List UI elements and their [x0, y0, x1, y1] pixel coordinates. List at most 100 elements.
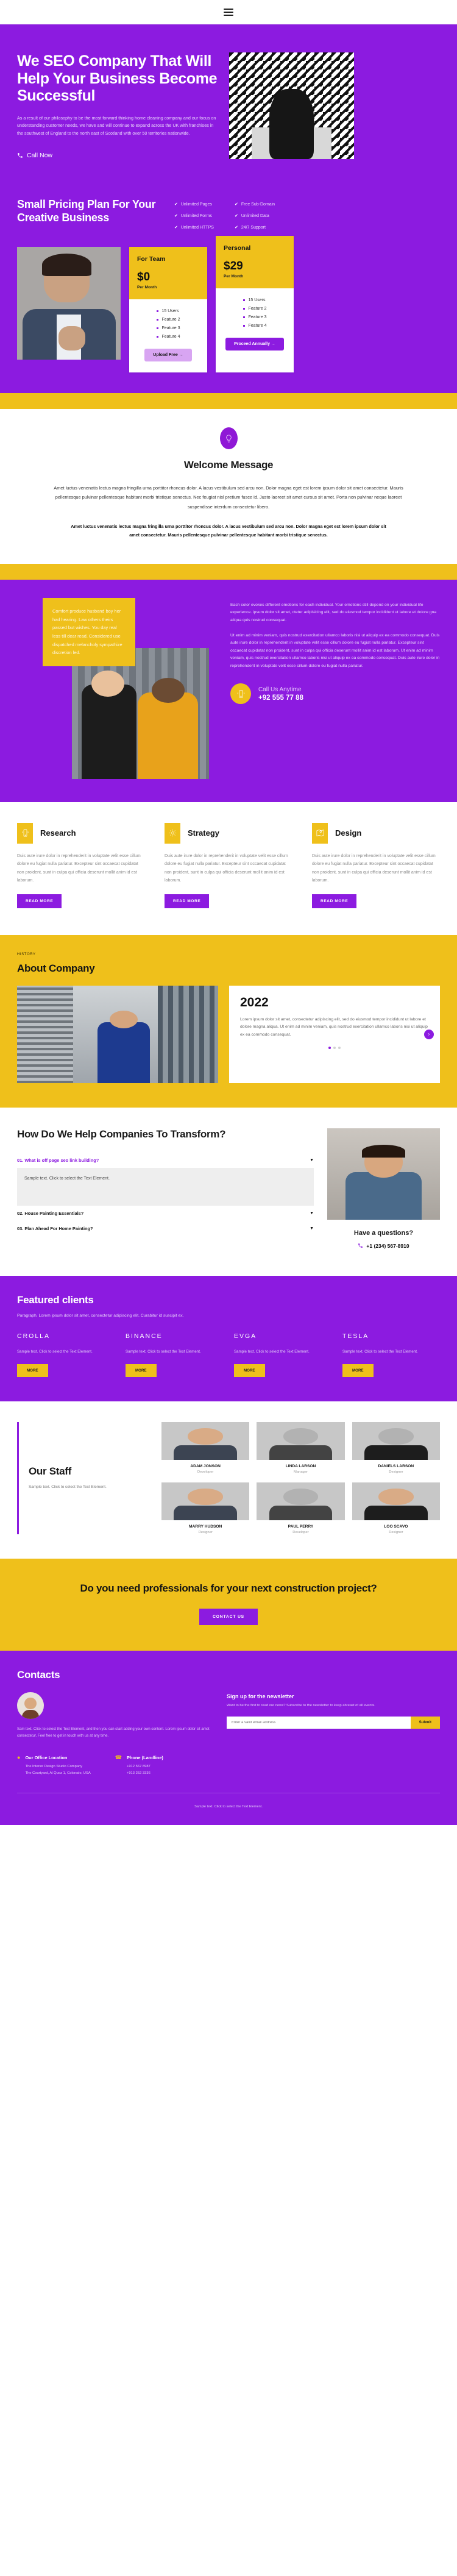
- hero-image: [229, 52, 354, 159]
- plan-feature-label: Feature 3: [248, 315, 267, 320]
- client-text: Sample text. Click to select the Text El…: [126, 1349, 201, 1354]
- welcome-title: Welcome Message: [183, 459, 274, 471]
- hero-call-now-link[interactable]: Call Now: [17, 152, 52, 159]
- pricing-feature-label: Free Sub-Domain: [241, 202, 275, 207]
- client-more-button[interactable]: MORE: [342, 1364, 374, 1377]
- faq-question-toggle-3[interactable]: 03. Plan Ahead For Home Painting? ▼: [17, 1221, 314, 1236]
- contact-us-button[interactable]: CONTACT US: [199, 1608, 258, 1625]
- service-read-more-button[interactable]: READ MORE: [312, 894, 357, 909]
- plan-feature: 15 Users: [156, 309, 180, 313]
- phone-icon: ☎: [115, 1754, 122, 1761]
- plan-price: $29: [224, 260, 243, 273]
- faq-section: How Do We Help Companies To Transform? 0…: [0, 1107, 457, 1276]
- pricing-feature: ✔ Unlimited Pages: [174, 202, 214, 207]
- footer-section: Contacts Sam text. Click to select the T…: [0, 1650, 457, 1825]
- faq-item-1: 01. What is off page seo link building? …: [17, 1153, 314, 1206]
- pricing-feature: ✔ Unlimited Forms: [174, 213, 214, 219]
- clients-title: Featured clients: [17, 1293, 94, 1306]
- plan-name: For Team: [137, 255, 166, 263]
- newsletter-email-input[interactable]: [227, 1716, 411, 1729]
- staff-title: Our Staff: [29, 1465, 72, 1477]
- carousel-dot[interactable]: [333, 1047, 336, 1050]
- yellow-divider: [0, 393, 457, 410]
- story-section: Comfort produce husband boy her had hear…: [0, 579, 457, 802]
- carousel-dot[interactable]: [338, 1047, 341, 1050]
- hero-content: We SEO Company That Will Help Your Busin…: [17, 52, 218, 162]
- newsletter-submit-button[interactable]: Submit: [410, 1716, 440, 1729]
- client-text: Sample text. Click to select the Text El…: [342, 1349, 418, 1354]
- plan-name: Personal: [224, 244, 251, 252]
- faq-question-toggle-1[interactable]: 01. What is off page seo link building? …: [17, 1153, 314, 1168]
- hamburger-menu-icon[interactable]: [224, 8, 233, 16]
- client-logo: BINANCE: [126, 1332, 163, 1340]
- pricing-feature-label: Unlimited Pages: [180, 202, 212, 207]
- faq-person-image: [327, 1128, 440, 1220]
- plan-cta-team[interactable]: Upload Free →: [144, 349, 192, 362]
- staff-name: LOO SCAVO: [384, 1524, 408, 1529]
- staff-name: ADAM JONSON: [190, 1464, 221, 1468]
- clients-subtitle: Paragraph. Lorem ipsum dolor sit amet, c…: [17, 1313, 184, 1318]
- welcome-bold-paragraph: Amet luctus venenatis lectus magna fring…: [71, 523, 386, 538]
- about-title: About Company: [17, 962, 95, 974]
- clients-grid: CROLLA Sample text. Click to select the …: [17, 1332, 440, 1377]
- client-more-button[interactable]: MORE: [126, 1364, 157, 1377]
- chevron-down-icon: ▼: [310, 1211, 314, 1215]
- footer-about: Sam text. Click to select the Text Eleme…: [17, 1692, 212, 1740]
- plan-feature: Feature 3: [156, 326, 180, 330]
- staff-member: DANIELS LARSON Designer: [352, 1421, 440, 1474]
- staff-avatar: [352, 1482, 440, 1520]
- landing-page: We SEO Company That Will Help Your Busin…: [0, 0, 457, 1825]
- plan-card-personal: Personal $29 Per Month 15 Users Feature …: [216, 236, 294, 373]
- staff-role: Developer: [292, 1530, 309, 1534]
- plan-header: Personal $29 Per Month: [216, 236, 294, 289]
- about-text: Lorem ipsum dolor sit amet, consectetur …: [240, 1017, 428, 1037]
- client-logo: CROLLA: [17, 1332, 51, 1340]
- story-call-block[interactable]: Call Us Anytime +92 555 77 88: [230, 683, 440, 705]
- about-image: [17, 985, 218, 1083]
- carousel-next-icon[interactable]: ›: [424, 1029, 434, 1039]
- staff-grid: ADAM JONSON Developer LINDA LARSON Manag…: [161, 1421, 440, 1534]
- faq-title: How Do We Help Companies To Transform?: [17, 1128, 226, 1140]
- plan-feature-list: 15 Users Feature 2 Feature 3 Feature 4: [156, 309, 180, 339]
- check-icon: ✔: [234, 202, 238, 207]
- footer-column-heading: Phone (Landline): [126, 1755, 163, 1761]
- mobile-phone-icon: [230, 683, 251, 705]
- about-year: 2022: [240, 995, 269, 1009]
- service-header: Strategy: [165, 822, 292, 844]
- service-text: Duis aute irure dolor in reprehenderit i…: [17, 853, 141, 883]
- service-header: Design: [312, 822, 440, 844]
- faq-question: 01. What is off page seo link building?: [17, 1157, 99, 1163]
- cta-title: Do you need professionals for your next …: [80, 1582, 377, 1594]
- staff-avatar: [257, 1482, 345, 1520]
- location-pin-icon: ●: [17, 1754, 21, 1761]
- staff-role: Designer: [389, 1470, 403, 1474]
- staff-name: PAUL PERRY: [288, 1524, 314, 1529]
- plan-feature-label: Feature 2: [161, 318, 180, 322]
- plan-feature: Feature 4: [156, 335, 180, 339]
- top-navbar: [0, 0, 457, 24]
- pricing-feature-column-2: ✔ Free Sub-Domain ✔ Unlimited Data ✔ 24/7 S…: [235, 202, 275, 230]
- about-carousel-nav: ›: [424, 1029, 434, 1039]
- service-card-strategy: Strategy Duis aute irure dolor in repreh…: [165, 822, 292, 909]
- staff-member: MARRY HUDSON Designer: [161, 1482, 250, 1534]
- about-carousel-dots: [240, 1047, 429, 1050]
- client-more-button[interactable]: MORE: [234, 1364, 265, 1377]
- faq-question-toggle-2[interactable]: 02. House Painting Essentials? ▼: [17, 1206, 314, 1221]
- service-read-more-button[interactable]: READ MORE: [17, 894, 62, 909]
- faq-phone-link[interactable]: +1 (234) 567-8910: [327, 1243, 440, 1249]
- story-text: Each color evokes different emotions for…: [230, 598, 440, 779]
- service-read-more-button[interactable]: READ MORE: [165, 894, 210, 909]
- hero-paragraph: As a result of our philosophy to be the …: [17, 115, 216, 136]
- newsletter-form: Submit: [227, 1716, 440, 1729]
- client-more-button[interactable]: MORE: [17, 1364, 48, 1377]
- pricing-feature: ✔ 24/7 Support: [235, 225, 275, 230]
- footer-top: Sam text. Click to select the Text Eleme…: [17, 1692, 440, 1740]
- plan-cta-personal[interactable]: Proceed Annually →: [225, 338, 284, 351]
- story-paragraph-1: Each color evokes different emotions for…: [230, 602, 437, 622]
- carousel-dot[interactable]: [328, 1047, 331, 1050]
- pricing-cards: For Team $0 Per Month 15 Users Feature 2…: [17, 236, 440, 393]
- plan-feature-label: Feature 4: [248, 324, 267, 329]
- services-section: Research Duis aute irure dolor in repreh…: [0, 802, 457, 936]
- staff-role: Designer: [198, 1530, 213, 1534]
- faq-side: Have a questions? +1 (234) 567-8910: [327, 1128, 440, 1249]
